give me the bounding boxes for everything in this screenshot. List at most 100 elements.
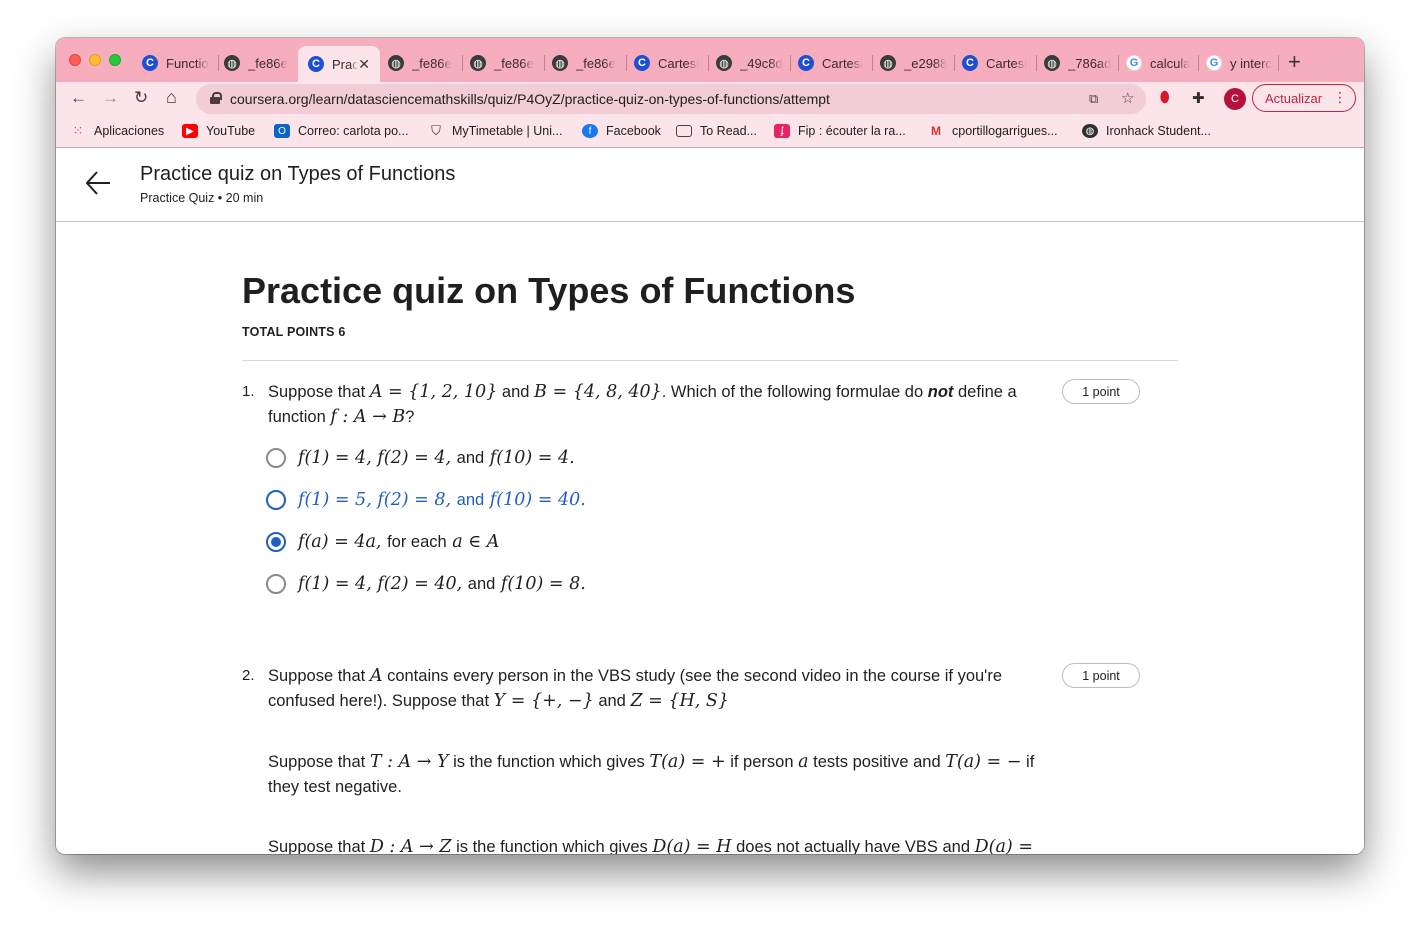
reload-icon[interactable]: ↻ xyxy=(134,88,148,108)
tab-title: Prac xyxy=(332,56,359,72)
tab-title: _786ad xyxy=(1068,55,1112,71)
browser-tab[interactable]: C Cartesi xyxy=(624,47,706,79)
translate-icon[interactable]: ⧉ xyxy=(1089,91,1098,107)
coursera-icon: C xyxy=(142,55,158,71)
question-text: Suppose that A contains every person in … xyxy=(268,666,1002,711)
question-text: Suppose that A = {1, 2, 10} and B = {4, … xyxy=(268,382,1017,427)
google-icon: G xyxy=(1126,55,1142,71)
browser-tab[interactable]: ◍ _e2988 xyxy=(870,47,952,79)
extensions-puzzle-icon[interactable]: ✚ xyxy=(1192,89,1205,107)
answer-option[interactable]: f(1) = 4, f(2) = 40, and f(10) = 8. xyxy=(266,569,586,599)
lock-icon xyxy=(210,92,222,104)
tab-bar: C Functio ◍ _fe86e C Prac ✕ ◍ _fe86e ◍ _… xyxy=(56,38,1364,82)
globe-icon: ◍ xyxy=(880,55,896,71)
back-icon[interactable]: ← xyxy=(70,88,87,108)
answer-option[interactable]: f(1) = 4, f(2) = 4, and f(10) = 4. xyxy=(266,443,575,473)
bookmark-item[interactable]: M cportillogarrigues... xyxy=(928,124,1058,138)
browser-tab[interactable]: ◍ _fe86e xyxy=(214,47,296,79)
tab-title: _fe86e xyxy=(576,55,616,71)
new-tab-icon[interactable]: + xyxy=(1288,49,1301,75)
browser-tab[interactable]: ◍ _fe86e xyxy=(378,47,460,79)
update-button[interactable]: Actualizar ⋮ xyxy=(1252,84,1356,112)
tab-title: Cartesi xyxy=(986,55,1028,71)
tab-title: y interc xyxy=(1230,55,1272,71)
header-title: Practice quiz on Types of Functions xyxy=(140,163,456,185)
globe-icon: ◍ xyxy=(388,55,404,71)
bookmarks-bar: ⁙ Aplicaciones ▶ YouTube O Correo: carlo… xyxy=(56,116,1364,148)
globe-icon: ◍ xyxy=(1044,55,1060,71)
browser-toolbar: ← → ↻ ⌂ coursera.org/learn/datasciencema… xyxy=(56,82,1364,116)
gmail-icon: M xyxy=(931,124,941,138)
tab-title: _e2988 xyxy=(904,55,948,71)
radio-button[interactable] xyxy=(266,490,286,510)
browser-tab[interactable]: C Cartesi xyxy=(952,47,1034,79)
tab-title: Functio xyxy=(166,55,209,71)
bookmark-item[interactable]: ⁙ Aplicaciones xyxy=(70,123,165,138)
forward-icon[interactable]: → xyxy=(102,88,119,108)
browser-tab[interactable]: ◍ _fe86e xyxy=(542,47,624,79)
facebook-icon: f xyxy=(582,124,598,138)
tab-title: _fe86e xyxy=(494,55,534,71)
header-subtitle: Practice Quiz • 20 min xyxy=(140,191,264,205)
globe-icon: ◍ xyxy=(552,55,568,71)
divider xyxy=(242,360,1178,361)
url-text[interactable]: coursera.org/learn/datasciencemathskills… xyxy=(230,91,830,107)
coursera-icon: C xyxy=(634,55,650,71)
bookmark-item[interactable]: O Correo: carlota po... xyxy=(274,124,408,138)
profile-avatar[interactable]: C xyxy=(1224,88,1246,110)
question-paragraph: Suppose that D : A → Z is the function w… xyxy=(268,837,1033,854)
bookmark-item[interactable]: To Read... xyxy=(676,124,757,138)
globe-icon: ◍ xyxy=(224,55,240,71)
shield-icon: ⛉ xyxy=(431,123,441,138)
bookmark-item[interactable]: ◍ Ironhack Student... xyxy=(1082,124,1211,138)
home-icon[interactable]: ⌂ xyxy=(166,87,177,108)
browser-tab[interactable]: ◍ _fe86e xyxy=(460,47,542,79)
coursera-icon: C xyxy=(962,55,978,71)
outlook-icon: O xyxy=(274,124,290,138)
browser-tab[interactable]: ◍ _49c8d xyxy=(706,47,788,79)
tab-title: Cartesi xyxy=(658,55,700,71)
coursera-icon: C xyxy=(308,56,324,72)
opera-extension-icon[interactable]: ⬮ xyxy=(1160,89,1169,106)
total-points: TOTAL POINTS 6 xyxy=(242,325,346,339)
question-number: 2. xyxy=(242,667,255,684)
tab-title: _fe86e xyxy=(412,55,452,71)
points-badge: 1 point xyxy=(1062,379,1140,404)
browser-tab[interactable]: C Functio xyxy=(132,47,214,79)
folder-icon xyxy=(676,125,692,137)
update-label: Actualizar xyxy=(1265,90,1323,106)
answer-option[interactable]: f(a) = 4a, for each a ∈ A xyxy=(266,527,499,557)
back-arrow-icon[interactable] xyxy=(84,169,112,197)
radio-button[interactable] xyxy=(266,448,286,468)
browser-tab[interactable]: ◍ _786ad xyxy=(1034,47,1116,79)
coursera-icon: C xyxy=(798,55,814,71)
bookmark-star-icon[interactable]: ☆ xyxy=(1121,89,1134,107)
points-badge: 1 point xyxy=(1062,663,1140,688)
browser-tab[interactable]: G calcula xyxy=(1116,47,1198,79)
browser-tab[interactable]: C Cartesi xyxy=(788,47,870,79)
bookmark-item[interactable]: ⛉ MyTimetable | Uni... xyxy=(428,123,562,138)
close-window-button[interactable] xyxy=(69,54,81,66)
browser-tab-active[interactable]: C Prac ✕ xyxy=(298,46,380,82)
page-title: Practice quiz on Types of Functions xyxy=(242,270,856,311)
minimize-window-button[interactable] xyxy=(89,54,101,66)
address-bar[interactable]: coursera.org/learn/datasciencemathskills… xyxy=(196,84,1146,114)
google-icon: G xyxy=(1206,55,1222,71)
question-number: 1. xyxy=(242,383,255,400)
zoom-window-button[interactable] xyxy=(109,54,121,66)
bookmark-item[interactable]: ʄ Fip : écouter la ra... xyxy=(774,124,906,138)
answer-option[interactable]: f(1) = 5, f(2) = 8, and f(10) = 40. xyxy=(266,485,586,515)
bookmark-item[interactable]: f Facebook xyxy=(582,124,661,138)
page-content: Practice quiz on Types of Functions Prac… xyxy=(56,149,1364,854)
apps-grid-icon: ⁙ xyxy=(72,123,84,138)
bookmark-item[interactable]: ▶ YouTube xyxy=(182,124,255,138)
radio-button[interactable] xyxy=(266,574,286,594)
radio-button-selected[interactable] xyxy=(266,532,286,552)
question-paragraph: Suppose that T : A → Y is the function w… xyxy=(268,752,1035,796)
browser-tab[interactable]: G y interc xyxy=(1196,47,1278,79)
close-tab-icon[interactable]: ✕ xyxy=(358,56,370,73)
tab-title: Cartesi xyxy=(822,55,864,71)
more-menu-icon[interactable]: ⋮ xyxy=(1333,89,1347,106)
youtube-icon: ▶ xyxy=(182,124,198,138)
quiz-header: Practice quiz on Types of Functions Prac… xyxy=(56,149,1364,222)
